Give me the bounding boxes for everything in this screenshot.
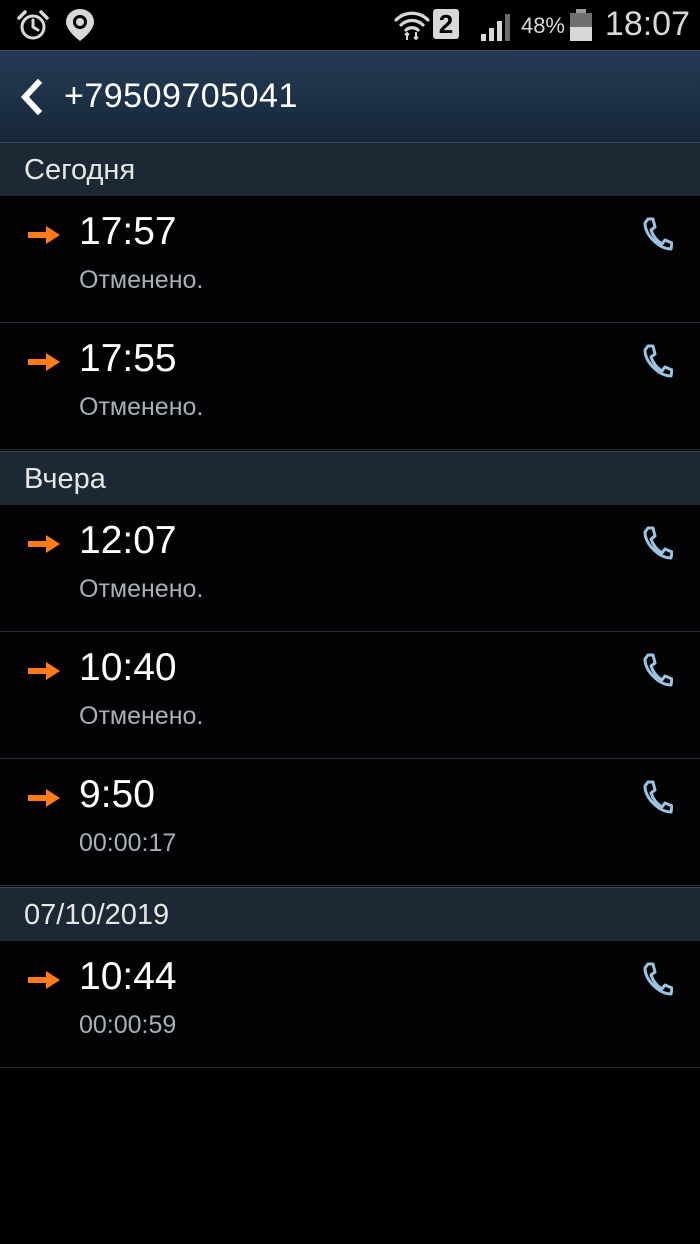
call-detail: 00:00:59: [79, 1011, 177, 1039]
sim-2-icon: 2: [433, 9, 459, 39]
call-log-row[interactable]: 17:57 Отменено.: [0, 196, 700, 323]
phone-icon[interactable]: [641, 525, 673, 561]
call-detail: Отменено.: [79, 393, 204, 421]
phone-icon[interactable]: [641, 216, 673, 252]
call-time: 10:40: [79, 646, 177, 689]
outgoing-call-arrow-icon: [28, 353, 60, 371]
call-detail: Отменено.: [79, 702, 204, 730]
section-header-yesterday: Вчера: [0, 451, 700, 506]
phone-icon[interactable]: [641, 961, 673, 997]
page-title: +79509705041: [64, 77, 298, 115]
wifi-icon: [394, 11, 430, 41]
phone-icon[interactable]: [641, 779, 673, 815]
call-time: 9:50: [79, 773, 155, 816]
outgoing-call-arrow-icon: [28, 789, 60, 807]
status-bar: 2 48% 18:07: [0, 0, 700, 50]
call-time: 12:07: [79, 519, 177, 562]
phone-icon[interactable]: [641, 652, 673, 688]
outgoing-call-arrow-icon: [28, 535, 60, 553]
call-log-row[interactable]: 17:55 Отменено.: [0, 323, 700, 450]
call-time: 10:44: [79, 955, 177, 998]
section-header-label: Вчера: [24, 463, 106, 495]
call-log-row[interactable]: 10:44 00:00:59: [0, 941, 700, 1068]
call-time: 17:57: [79, 210, 177, 253]
outgoing-call-arrow-icon: [28, 662, 60, 680]
call-log-row[interactable]: 9:50 00:00:17: [0, 759, 700, 886]
call-log-row[interactable]: 10:40 Отменено.: [0, 632, 700, 759]
call-time: 17:55: [79, 337, 177, 380]
outgoing-call-arrow-icon: [28, 971, 60, 989]
section-header-date: 07/10/2019: [0, 887, 700, 942]
call-detail: 00:00:17: [79, 829, 177, 857]
section-header-today: Сегодня: [0, 142, 700, 197]
signal-icon: [481, 14, 510, 41]
call-detail: Отменено.: [79, 266, 204, 294]
clock: 18:07: [604, 5, 690, 43]
section-header-label: Сегодня: [24, 154, 136, 186]
call-log-row[interactable]: 12:07 Отменено.: [0, 505, 700, 632]
alarm-icon: [17, 10, 49, 40]
battery-percent: 48%: [520, 13, 565, 38]
location-pin-icon: [66, 9, 94, 41]
call-detail: Отменено.: [79, 575, 204, 603]
action-bar: +79509705041: [0, 50, 700, 143]
section-header-label: 07/10/2019: [24, 899, 170, 931]
phone-icon[interactable]: [641, 343, 673, 379]
back-arrow-icon[interactable]: [8, 67, 60, 127]
outgoing-call-arrow-icon: [28, 226, 60, 244]
battery-icon: [570, 9, 592, 41]
